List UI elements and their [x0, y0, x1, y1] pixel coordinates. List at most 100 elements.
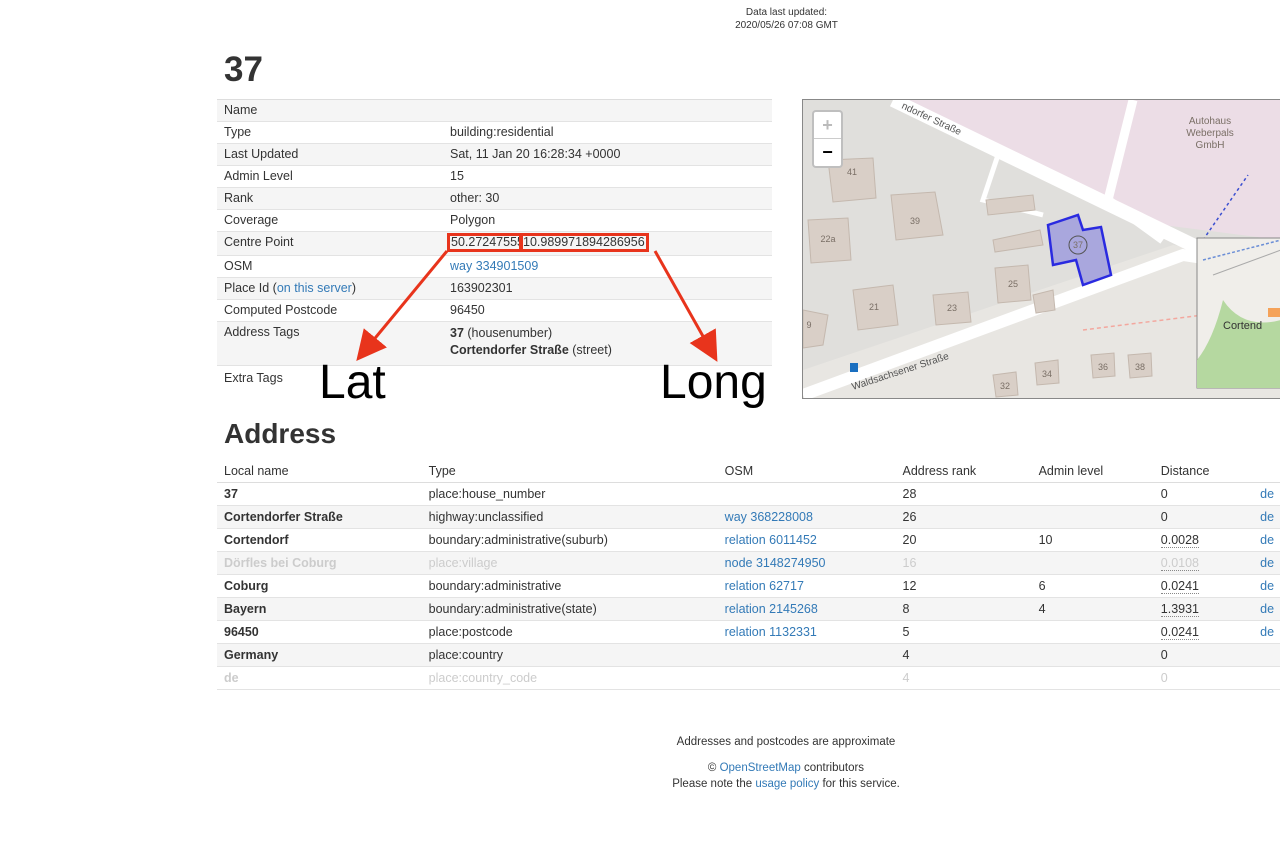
address-details-link[interactable]: de [1260, 556, 1274, 570]
house-number-label: 21 [869, 302, 879, 312]
address-rank: 5 [902, 625, 910, 639]
address-rank-cell: 26 [903, 510, 1039, 524]
address-type: place:country_code [428, 671, 538, 685]
address-local-name: Germany [224, 648, 279, 662]
usage-policy-link[interactable]: usage policy [755, 778, 819, 790]
house-number-label: 9 [806, 320, 811, 330]
address-rank-cell: 8 [903, 602, 1039, 616]
address-rank: 16 [902, 556, 917, 570]
detail-value: 50.2724755510.989971894286956 [447, 232, 772, 255]
column-header: OSM [724, 464, 754, 478]
address-local-name-cell: de [217, 671, 429, 685]
long-annotation: Long [660, 356, 767, 409]
address-rank-cell: 20 [903, 533, 1039, 547]
address-admin-level-cell: 6 [1039, 579, 1161, 593]
address-rank: 4 [902, 648, 910, 662]
address-details-link[interactable]: de [1260, 625, 1274, 639]
address-admin-level: 6 [1038, 579, 1046, 593]
address-local-name-cell: 37 [217, 487, 429, 501]
zoom-out-button[interactable]: − [814, 139, 841, 165]
address-local-name: 37 [224, 487, 238, 501]
detail-value: 15 [450, 169, 464, 183]
address-local-name: Cortendorf [224, 533, 289, 547]
address-local-name: Cortendorfer Straße [224, 510, 343, 524]
svg-text:Weberpals: Weberpals [1186, 128, 1234, 139]
detail-value: Polygon [450, 213, 496, 227]
openstreetmap-link[interactable]: OpenStreetMap [720, 762, 801, 774]
address-row: Cortendorf boundary:administrative(suburb… [217, 529, 1280, 552]
address-osm-link[interactable]: relation 2145268 [725, 602, 818, 616]
address-details-link[interactable]: de [1260, 602, 1274, 616]
bus-stop-icon [850, 363, 858, 372]
address-osm-link[interactable]: relation 62717 [725, 579, 804, 593]
house-number-label: 32 [1000, 381, 1010, 391]
address-row: Bayern boundary:administrative(state) rela… [217, 598, 1280, 621]
address-details-link-cell: de [1260, 625, 1280, 639]
house-number-label: 23 [947, 303, 957, 313]
copyright-text: © [707, 762, 720, 774]
address-osm-link[interactable]: way 368228008 [725, 510, 813, 524]
detail-label: Rank [224, 191, 254, 205]
detail-row-coverage: Coverage Polygon [217, 210, 772, 232]
address-distance: 0.0241 [1160, 625, 1200, 640]
detail-label: Place Id (on this server) [217, 278, 450, 299]
detail-value: way 334901509 [450, 256, 772, 277]
address-osm-link[interactable]: node 3148274950 [725, 556, 826, 570]
detail-row-type: Type building:residential [217, 122, 772, 144]
address-local-name-cell: Dörfles bei Coburg [217, 556, 429, 570]
on-this-server-link[interactable]: on this server [277, 281, 352, 295]
address-distance-cell: 0 [1161, 671, 1260, 685]
address-admin-level: 4 [1038, 602, 1046, 616]
address-row: Dörfles bei Coburg place:village node 3148… [217, 552, 1280, 575]
osm-way-link[interactable]: way 334901509 [450, 259, 538, 273]
address-type: place:village [428, 556, 498, 570]
address-distance-cell: 0 [1161, 487, 1260, 501]
address-osm-link[interactable]: relation 1132331 [725, 625, 817, 639]
address-admin-level-cell: 10 [1039, 533, 1161, 547]
address-admin-level-cell: 4 [1039, 602, 1161, 616]
address-local-name: Coburg [224, 579, 269, 593]
address-local-name: de [224, 671, 239, 685]
address-distance: 0 [1160, 671, 1168, 685]
address-tag-housenumber: 37 (housenumber) [450, 325, 772, 342]
detail-value: building:residential [450, 125, 554, 139]
address-row: Germany place:country 4 0 [217, 644, 1280, 667]
address-type-cell: boundary:administrative(state) [429, 602, 725, 616]
detail-value: 163902301 [450, 281, 513, 295]
address-details-link[interactable]: de [1260, 579, 1274, 593]
address-rank: 4 [902, 671, 910, 685]
address-type-cell: highway:unclassified [429, 510, 725, 524]
address-details-link[interactable]: de [1260, 510, 1274, 524]
address-osm-link[interactable]: relation 6011452 [725, 533, 817, 547]
zoom-in-button[interactable]: + [814, 112, 841, 139]
centre-latitude-highlight: 50.27247555 [447, 233, 523, 252]
address-rank-cell: 12 [903, 579, 1039, 593]
address-rank: 8 [902, 602, 910, 616]
address-details-link-cell: de [1260, 487, 1280, 501]
address-distance-cell: 0.0028 [1160, 533, 1260, 548]
place-id-label-close: ) [351, 281, 357, 295]
address-details-link[interactable]: de [1260, 533, 1274, 547]
column-header: Address rank [902, 464, 977, 478]
detail-value: Sat, 11 Jan 20 16:28:34 +0000 [450, 147, 621, 161]
address-distance: 0 [1160, 487, 1168, 501]
detail-label: Admin Level [224, 169, 293, 183]
address-type-cell: boundary:administrative [429, 579, 725, 593]
detail-row-computed-postcode: Computed Postcode 96450 [217, 300, 772, 322]
detail-row-osm: OSM way 334901509 [217, 256, 772, 278]
address-type-cell: place:country [429, 648, 725, 662]
address-osm-link-cell: relation 2145268 [725, 602, 903, 616]
house-number-label: 37 [1073, 240, 1083, 250]
detail-value: other: 30 [450, 191, 500, 205]
map-view[interactable]: 41 39 22a 37 25 21 23 9 32 34 36 38 ndor… [802, 99, 1280, 399]
footer-copyright: © OpenStreetMap contributors [600, 760, 972, 776]
address-rank: 12 [902, 579, 917, 593]
address-local-name-cell: Cortendorfer Straße [217, 510, 429, 524]
address-details-link[interactable]: de [1260, 487, 1274, 501]
address-local-name-cell: Cortendorf [217, 533, 429, 547]
column-header: Admin level [1038, 464, 1104, 478]
address-rank-cell: 28 [903, 487, 1039, 501]
address-table-header: Local name Type OSM Address rank Admin l… [217, 460, 1280, 483]
data-last-updated: Data last updated: 2020/05/26 07:08 GMT [700, 6, 873, 32]
detail-row-admin-level: Admin Level 15 [217, 166, 772, 188]
